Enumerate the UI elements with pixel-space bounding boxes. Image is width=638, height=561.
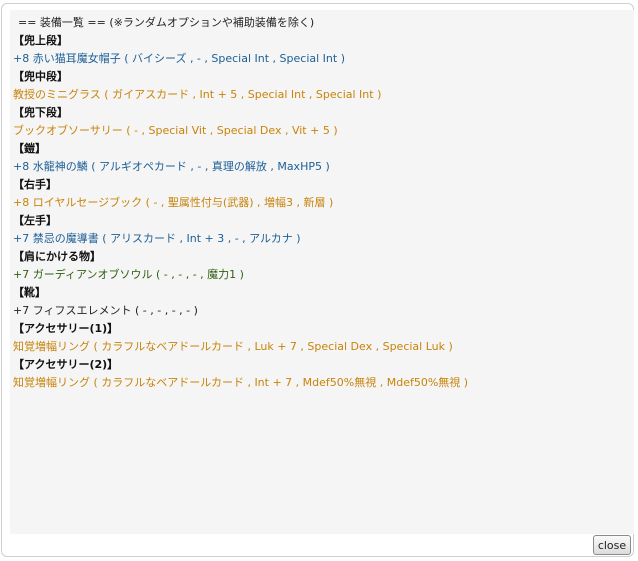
- equipment-item: 知覚増幅リング ( カラフルなベアドールカード , Luk + 7 , Spec…: [13, 340, 453, 353]
- equipment-slot-label: 【兜上段】: [13, 34, 68, 47]
- equipment-item: ブックオブソーサリー ( - , Special Vit , Special D…: [13, 124, 338, 137]
- equipment-slot-label: 【肩にかける物】: [13, 250, 101, 263]
- close-button[interactable]: close: [593, 535, 631, 555]
- equipment-slot-label: 【鎧】: [13, 142, 46, 155]
- equipment-item: 教授のミニグラス ( ガイアスカード , Int + 5 , Special I…: [13, 88, 382, 101]
- equipment-item: +7 フィフスエレメント ( - , - , - , - ): [13, 304, 198, 317]
- equipment-item: +7 禁忌の魔導書 ( アリスカード , Int + 3 , - , アルカナ …: [13, 232, 301, 245]
- equipment-item: 知覚増幅リング ( カラフルなベアドールカード , Int + 7 , Mdef…: [13, 376, 469, 389]
- equipment-dialog: == 装備一覧 == (※ランダムオプションや補助装備を除く) 【兜上段】 +8 …: [1, 3, 634, 557]
- equipment-item: +8 ロイヤルセージブック ( - , 聖属性付与(武器) , 増幅3 , 新層…: [13, 196, 334, 209]
- equipment-slot-label: 【アクセサリー(1)】: [13, 322, 119, 335]
- equipment-item: +7 ガーディアンオブソウル ( - , - , - , 魔力1 ): [13, 268, 244, 281]
- equipment-slot-label: 【アクセサリー(2)】: [13, 358, 119, 371]
- equipment-slot-label: 【靴】: [13, 286, 46, 299]
- equipment-list: 【兜上段】 +8 赤い猫耳魔女帽子 ( バイシーズ , - , Special I…: [13, 32, 634, 392]
- equipment-item: +8 水龍神の鱗 ( アルギオペカード , - , 真理の解放 , MaxHP5…: [13, 160, 330, 173]
- equipment-slot-label: 【右手】: [13, 178, 57, 191]
- equipment-list-header: == 装備一覧 == (※ランダムオプションや補助装備を除く): [18, 16, 315, 29]
- equipment-item: +8 赤い猫耳魔女帽子 ( バイシーズ , - , Special Int , …: [13, 52, 345, 65]
- equipment-slot-label: 【兜中段】: [13, 70, 68, 83]
- equipment-list-panel: == 装備一覧 == (※ランダムオプションや補助装備を除く) 【兜上段】 +8 …: [10, 10, 634, 534]
- equipment-slot-label: 【兜下段】: [13, 106, 68, 119]
- equipment-slot-label: 【左手】: [13, 214, 57, 227]
